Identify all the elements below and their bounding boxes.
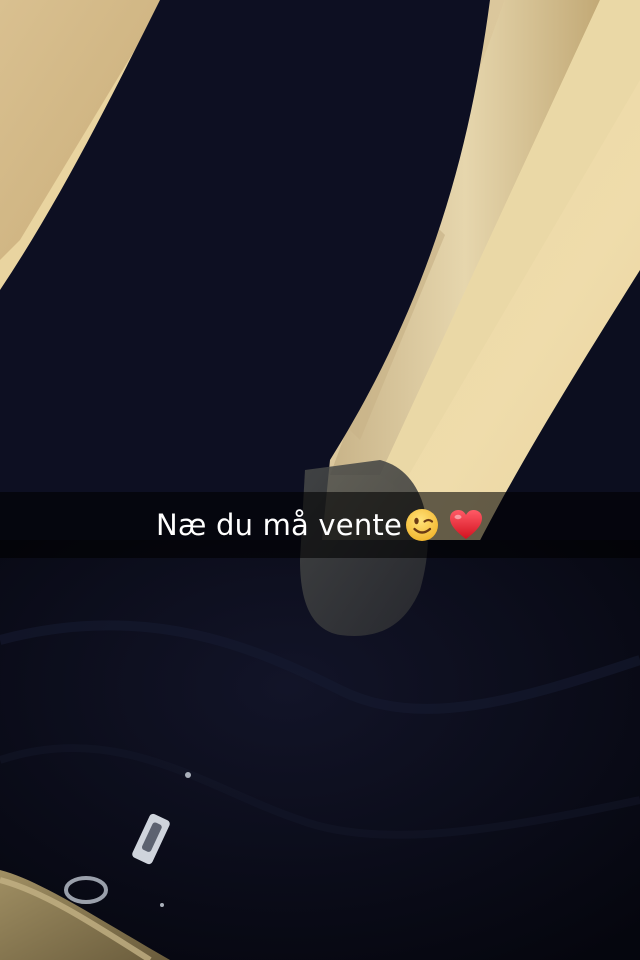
rivet: [160, 903, 164, 907]
winking-face-icon: [406, 509, 439, 541]
snap-photo: Næ du må vente: [0, 0, 640, 960]
caption-message: Næ du må vente: [155, 508, 403, 542]
photo-scene: [0, 0, 640, 960]
caption-bar: Næ du må vente: [0, 492, 640, 558]
red-heart-icon: [450, 510, 483, 539]
caption-text: Næ du må vente: [156, 507, 484, 543]
rivet: [185, 772, 191, 778]
